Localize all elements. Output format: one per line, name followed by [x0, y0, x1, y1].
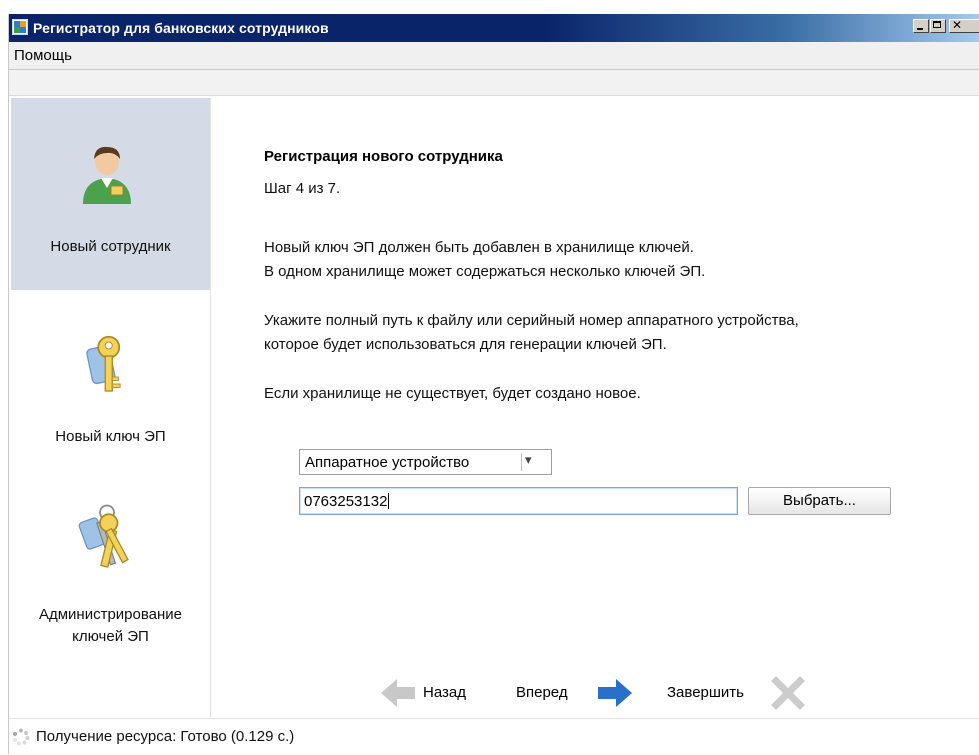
storage-type-select[interactable]: Аппаратное устройство ▾: [299, 449, 552, 475]
close-x-icon: [771, 676, 805, 710]
sidebar-item-label-line1: Администрирование: [38, 606, 183, 623]
sidebar-item-label: Новый ключ ЭП: [55, 428, 166, 445]
serial-number-value: 0763253132: [304, 493, 390, 510]
serial-number-input[interactable]: 0763253132: [299, 487, 738, 515]
close-window-button[interactable]: [949, 18, 979, 33]
info-text: В одном хранилище может содержаться неск…: [264, 263, 706, 280]
storage-type-value: Аппаратное устройство: [305, 454, 470, 471]
select-divider: [521, 453, 522, 471]
back-label: Назад: [423, 684, 466, 701]
finish-label: Завершить: [667, 684, 744, 701]
maximize-button[interactable]: [930, 19, 946, 33]
info-text: Укажите полный путь к файлу или серийный…: [264, 312, 799, 329]
sidebar-item-new-employee[interactable]: Новый сотрудник: [11, 98, 210, 290]
app-window: Регистратор для банковских сотрудников П…: [8, 14, 979, 755]
sidebar-item-new-key[interactable]: Новый ключ ЭП: [11, 290, 210, 462]
menu-help[interactable]: Помощь: [14, 47, 72, 64]
keys-bunch-icon: [78, 504, 129, 568]
status-bar: Получение ресурса: Готово (0.129 с.): [9, 718, 979, 755]
sidebar-item-label: Новый сотрудник: [50, 238, 171, 255]
info-text: Новый ключ ЭП должен быть добавлен в хра…: [264, 239, 694, 256]
chevron-down-icon[interactable]: ▾: [525, 452, 532, 468]
wizard-content: Регистрация нового сотрудника Шаг 4 из 7…: [211, 98, 979, 718]
next-label: Вперед: [516, 684, 568, 701]
new-employee-icon: [83, 146, 131, 204]
sidebar-item-label-line2: ключей ЭП: [72, 628, 149, 645]
key-icon: [86, 335, 121, 392]
status-text: Получение ресурса: Готово (0.129 с.): [36, 728, 295, 745]
finish-button[interactable]: Завершить: [667, 676, 807, 710]
minimize-button[interactable]: [913, 19, 929, 33]
sidebar-item-key-admin[interactable]: Администрирование ключей ЭП: [11, 462, 210, 662]
arrow-left-icon: [381, 679, 415, 707]
page-title: Регистрация нового сотрудника: [264, 148, 503, 165]
arrow-right-icon: [598, 679, 632, 707]
menu-bar: Помощь: [9, 42, 979, 70]
step-indicator: Шаг 4 из 7.: [264, 180, 341, 197]
loading-spinner-icon: [13, 728, 30, 746]
sidebar: Новый сотрудник Новый ключ ЭП Администри…: [11, 98, 211, 718]
back-button[interactable]: Назад: [379, 676, 489, 710]
toolbar-strip: [9, 70, 979, 96]
info-text: которое будет использоваться для генерац…: [264, 336, 667, 353]
app-icon: [12, 19, 28, 35]
window-title: Регистратор для банковских сотрудников: [33, 20, 329, 36]
info-text: Если хранилище не существует, будет созд…: [264, 385, 641, 402]
next-button[interactable]: Вперед: [516, 676, 636, 710]
choose-button[interactable]: Выбрать...: [748, 487, 891, 515]
title-bar[interactable]: Регистратор для банковских сотрудников: [9, 14, 979, 42]
